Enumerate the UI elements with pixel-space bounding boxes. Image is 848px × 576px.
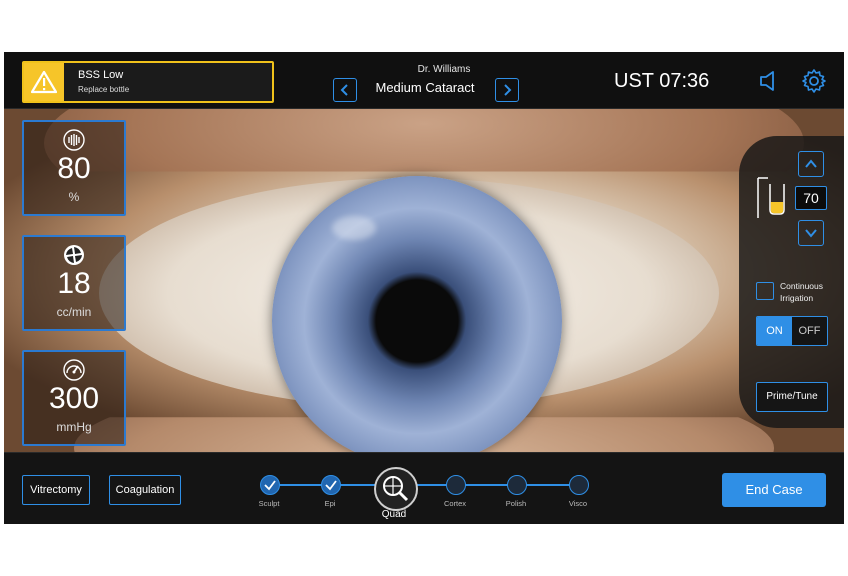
toggle-on[interactable]: ON — [757, 317, 792, 345]
top-bar: BSS Low Replace bottle Dr. Williams Medi… — [4, 52, 844, 109]
bottle-icon — [757, 177, 785, 218]
step-polish[interactable] — [507, 475, 527, 495]
continuous-label-line2: Irrigation — [780, 293, 814, 303]
power-parameter[interactable]: 80 % — [22, 120, 126, 216]
chevron-up-icon — [805, 159, 817, 168]
step-sculpt[interactable] — [260, 475, 280, 495]
alert-title: BSS Low — [78, 69, 124, 81]
gear-icon[interactable] — [801, 68, 827, 99]
quad-magnifier-icon — [383, 476, 409, 502]
irrigation-toggle[interactable]: ON OFF — [756, 316, 828, 346]
vacuum-gauge-icon — [63, 359, 85, 381]
surgeon-name: Dr. Williams — [417, 64, 471, 75]
check-icon — [264, 480, 276, 491]
coagulation-button[interactable]: Coagulation — [109, 475, 181, 505]
chevron-left-icon — [340, 84, 348, 96]
continuous-irrigation-label: Continuous Irrigation — [780, 280, 823, 304]
power-value: 80 — [57, 152, 91, 185]
step-epi[interactable] — [321, 475, 341, 495]
step-quad[interactable] — [374, 467, 418, 511]
step-cortex-label: Cortex — [443, 499, 467, 508]
aspiration-value: 18 — [57, 267, 91, 300]
clock: UST 07:36 — [614, 70, 710, 92]
alert-banner[interactable]: BSS Low Replace bottle — [22, 61, 274, 103]
end-case-button[interactable]: End Case — [722, 473, 826, 507]
eye-image — [4, 108, 844, 452]
continuous-label-line1: Continuous — [780, 281, 824, 291]
bottom-bar: Vitrectomy Coagulation Sculpt Epi Quad C… — [4, 452, 844, 524]
step-quad-label: Quad — [381, 509, 407, 520]
step-cortex[interactable] — [446, 475, 466, 495]
bottle-height-value: 70 — [795, 186, 827, 210]
steps-track — [268, 484, 580, 486]
alert-subtitle: Replace bottle — [78, 85, 130, 94]
speaker-icon[interactable] — [759, 70, 779, 97]
step-epi-label: Epi — [324, 499, 336, 508]
check-icon — [325, 480, 337, 491]
toggle-off[interactable]: OFF — [792, 317, 827, 345]
aspiration-parameter[interactable]: 18 cc/min — [22, 235, 126, 331]
bottle-down-button[interactable] — [798, 220, 824, 246]
step-polish-label: Polish — [505, 499, 527, 508]
procedure-name: Medium Cataract — [375, 80, 475, 95]
step-visco-label: Visco — [568, 499, 588, 508]
aspiration-flow-icon — [64, 245, 84, 265]
iris — [272, 176, 562, 452]
power-unit: % — [68, 190, 80, 204]
phaco-console: BSS Low Replace bottle Dr. Williams Medi… — [4, 52, 844, 524]
ultrasound-power-icon — [63, 129, 85, 151]
step-visco[interactable] — [569, 475, 589, 495]
vacuum-value: 300 — [48, 382, 100, 415]
vitrectomy-button[interactable]: Vitrectomy — [22, 475, 90, 505]
vacuum-unit: mmHg — [56, 420, 92, 434]
step-sculpt-label: Sculpt — [258, 499, 280, 508]
continuous-irrigation-checkbox[interactable] — [756, 282, 774, 300]
warning-icon — [24, 63, 64, 101]
next-procedure-button[interactable] — [495, 78, 519, 102]
bottle-up-button[interactable] — [798, 151, 824, 177]
chevron-right-icon — [504, 84, 512, 96]
chevron-down-icon — [805, 229, 817, 238]
aspiration-unit: cc/min — [56, 305, 92, 319]
prime-tune-button[interactable]: Prime/Tune — [756, 382, 828, 412]
vacuum-parameter[interactable]: 300 mmHg — [22, 350, 126, 446]
